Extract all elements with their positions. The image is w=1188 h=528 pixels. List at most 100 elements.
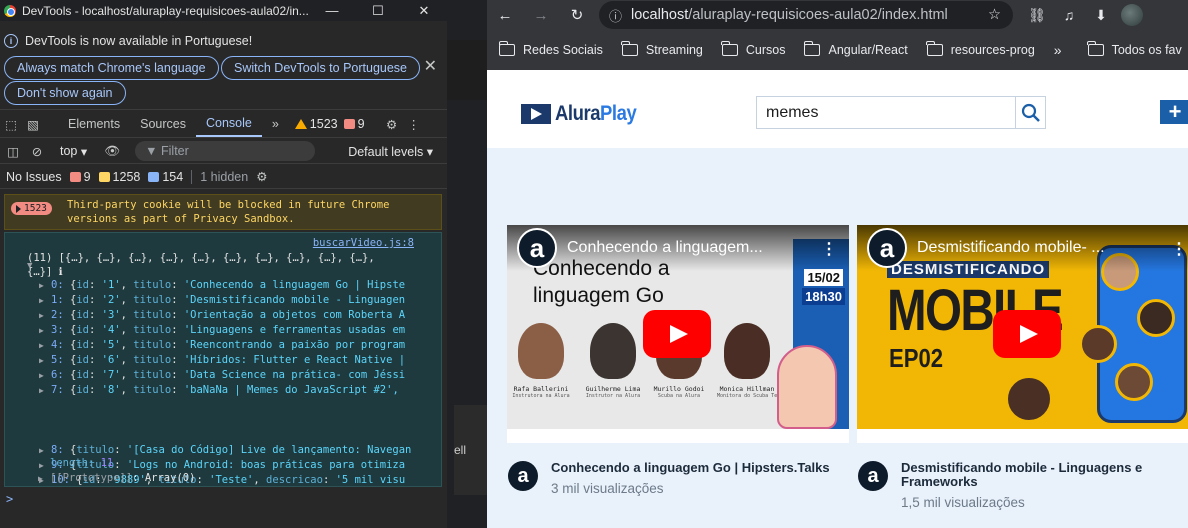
video-card: DESMISTIFICANDO MOBILE EP02 a Desmistifi… — [857, 225, 1188, 510]
eye-icon[interactable]: 👁 — [101, 144, 123, 159]
video-embed[interactable]: DESMISTIFICANDO MOBILE EP02 a Desmistifi… — [857, 225, 1188, 443]
thumbnail-date: 15/02 — [804, 269, 843, 286]
avatar[interactable] — [1121, 4, 1143, 26]
kebab-menu-icon[interactable]: ⋮ — [403, 117, 425, 132]
warning-counter[interactable]: 1523 — [294, 117, 338, 131]
no-issues-label: No Issues — [6, 169, 62, 184]
channel-avatar: a — [508, 461, 538, 491]
tab-sources[interactable]: Sources — [130, 111, 196, 137]
bookmark-folder[interactable]: Redes Sociais — [498, 41, 603, 57]
reload-icon[interactable]: ↻ — [559, 6, 595, 24]
folder-icon — [803, 41, 821, 56]
context-select[interactable]: top ▾ — [60, 144, 87, 159]
tab-console[interactable]: Console — [195, 111, 262, 137]
devtools-titlebar: DevTools - localhost/aluraplay-requisico… — [0, 0, 447, 21]
background-window: ell — [447, 0, 487, 528]
overlay-title[interactable]: Desmistificando mobile- ... — [917, 239, 1157, 257]
thumbnail-person: Guilherme Lima Instrutor na Alura — [583, 323, 643, 399]
extensions-icon[interactable]: ⛓ — [1021, 7, 1053, 24]
maximize-button[interactable]: ☐ — [355, 0, 401, 21]
array-row[interactable]: ▶ 7: {id: '8', titulo: 'baNaNa | Memes do… — [39, 383, 439, 398]
folder-icon — [721, 41, 738, 56]
address-bar[interactable]: ⓘ localhost/aluraplay-requisicoes-aula02… — [599, 1, 1013, 29]
gear-icon[interactable]: ⚙ — [256, 169, 267, 184]
close-window-button[interactable]: ✕ — [401, 0, 447, 21]
channel-avatar: a — [858, 461, 888, 491]
download-icon[interactable]: ⬇ — [1085, 7, 1117, 24]
devtools-tabbar: ⬚ ▧ Elements Sources Console » 1523 9 ⚙ … — [0, 111, 447, 138]
array-prototype[interactable]: ▶ [[Prototype]]: Array(0) — [38, 471, 438, 486]
devtools-window-title: DevTools - localhost/aluraplay-requisico… — [22, 3, 309, 18]
media-icon[interactable]: ♫ — [1053, 7, 1085, 23]
bookmark-folder[interactable]: resources-prog — [926, 41, 1035, 57]
switch-devtools-language-button[interactable]: Switch DevTools to Portuguese — [221, 56, 421, 80]
bookmark-folder[interactable]: Angular/React — [803, 41, 908, 57]
more-options-icon[interactable]: ⋮ — [821, 239, 837, 259]
overlay-title[interactable]: Conhecendo a linguagem... — [567, 239, 807, 257]
array-length: length: 11 — [50, 457, 114, 469]
youtube-play-button[interactable] — [643, 310, 711, 358]
always-match-language-button[interactable]: Always match Chrome's language — [4, 56, 219, 80]
all-bookmarks-folder[interactable]: Todos os fav — [1087, 41, 1182, 57]
search-box — [756, 96, 1046, 129]
gear-icon[interactable]: ⚙ — [381, 117, 403, 132]
bookmark-folder[interactable]: Streaming — [621, 41, 703, 57]
log-levels-select[interactable]: Default levels ▾ — [348, 144, 433, 159]
video-info: a Conhecendo a linguagem Go | Hipsters.T… — [507, 443, 849, 496]
bookmarks-bar: Redes Sociais Streaming Cursos Angular/R… — [487, 30, 1188, 70]
video-card: Conhecendo a linguagem Go 15/02 18h30 Ra… — [507, 225, 849, 496]
add-video-button[interactable]: + — [1160, 100, 1188, 124]
bookmark-star-icon[interactable]: ☆ — [988, 7, 1001, 23]
video-embed[interactable]: Conhecendo a linguagem Go 15/02 18h30 Ra… — [507, 225, 849, 443]
channel-icon[interactable]: a — [867, 228, 907, 268]
site-info-icon[interactable]: ⓘ — [609, 6, 622, 25]
issues-warnings[interactable]: 1258 — [98, 170, 140, 184]
console-prompt[interactable]: > — [6, 492, 13, 506]
clear-console-icon[interactable]: ⊘ — [26, 144, 48, 159]
error-icon — [343, 119, 355, 129]
language-infobar: i DevTools is now available in Portugues… — [0, 21, 447, 110]
forward-icon[interactable]: → — [523, 7, 559, 24]
back-icon[interactable]: ← — [487, 7, 523, 24]
search-input[interactable] — [757, 97, 1015, 128]
array-row[interactable]: ▶ 0: {id: '1', titulo: 'Conhecendo a ling… — [39, 278, 439, 293]
array-row[interactable]: ▶ 2: {id: '3', titulo: 'Orientação a obje… — [39, 308, 439, 323]
array-row[interactable]: ▶ 4: {id: '5', titulo: 'Reencontrando a p… — [39, 338, 439, 353]
channel-icon[interactable]: a — [517, 228, 557, 268]
search-button[interactable] — [1015, 97, 1045, 128]
issues-errors[interactable]: 9 — [69, 170, 91, 184]
source-link[interactable]: buscarVideo.js:8 — [313, 237, 414, 249]
aluraplay-logo[interactable]: AluraPlay — [521, 102, 647, 126]
array-row[interactable]: ▶ 5: {id: '6', titulo: 'Híbridos: Flutter… — [39, 353, 439, 368]
minimize-button[interactable]: — — [309, 0, 355, 21]
tab-elements[interactable]: Elements — [58, 111, 130, 137]
mascot-illustration — [777, 345, 837, 429]
issues-bar: No Issues 9 1258 154 1 hidden ⚙ — [0, 165, 447, 189]
warning-icon — [98, 171, 110, 182]
background-text: ell — [454, 405, 487, 495]
sidebar-toggle-icon[interactable]: ◫ — [2, 144, 24, 159]
more-bookmarks-icon[interactable]: » — [1054, 42, 1062, 58]
video-title: Desmistificando mobile - Linguagens e Fr… — [901, 460, 1143, 489]
video-views: 1,5 mil visualizações — [901, 495, 1025, 510]
inspect-element-icon[interactable]: ⬚ — [0, 117, 22, 132]
filter-icon: ▼ — [145, 144, 161, 158]
youtube-play-button[interactable] — [993, 310, 1061, 358]
browser-window: ← → ↻ ⓘ localhost/aluraplay-requisicoes-… — [487, 0, 1188, 528]
more-tabs-icon[interactable]: » — [262, 111, 289, 137]
dont-show-again-button[interactable]: Don't show again — [4, 81, 126, 105]
array-row[interactable]: ▶ 3: {id: '4', titulo: 'Linguagens e ferr… — [39, 323, 439, 338]
bookmark-folder[interactable]: Cursos — [721, 41, 785, 57]
error-counter[interactable]: 9 — [343, 117, 365, 131]
close-icon[interactable]: ✕ — [424, 56, 437, 76]
repeat-count-badge[interactable]: 1523 — [11, 202, 52, 215]
warning-icon — [294, 119, 307, 129]
issues-info[interactable]: 154 — [148, 170, 183, 184]
device-toolbar-icon[interactable]: ▧ — [22, 117, 44, 132]
console-toolbar: ◫ ⊘ top ▾ 👁 ▼ Filter Default levels ▾ — [0, 139, 447, 164]
filter-input[interactable]: ▼ Filter — [135, 141, 316, 161]
array-summary[interactable]: (11) [{…}, {…}, {…}, {…}, {…}, {…}, {…},… — [27, 251, 437, 279]
array-row[interactable]: ▶ 1: {id: '2', titulo: 'Desmistificando m… — [39, 293, 439, 308]
array-row[interactable]: ▶ 6: {id: '7', titulo: 'Data Science na p… — [39, 368, 439, 383]
more-options-icon[interactable]: ⋮ — [1171, 239, 1187, 259]
